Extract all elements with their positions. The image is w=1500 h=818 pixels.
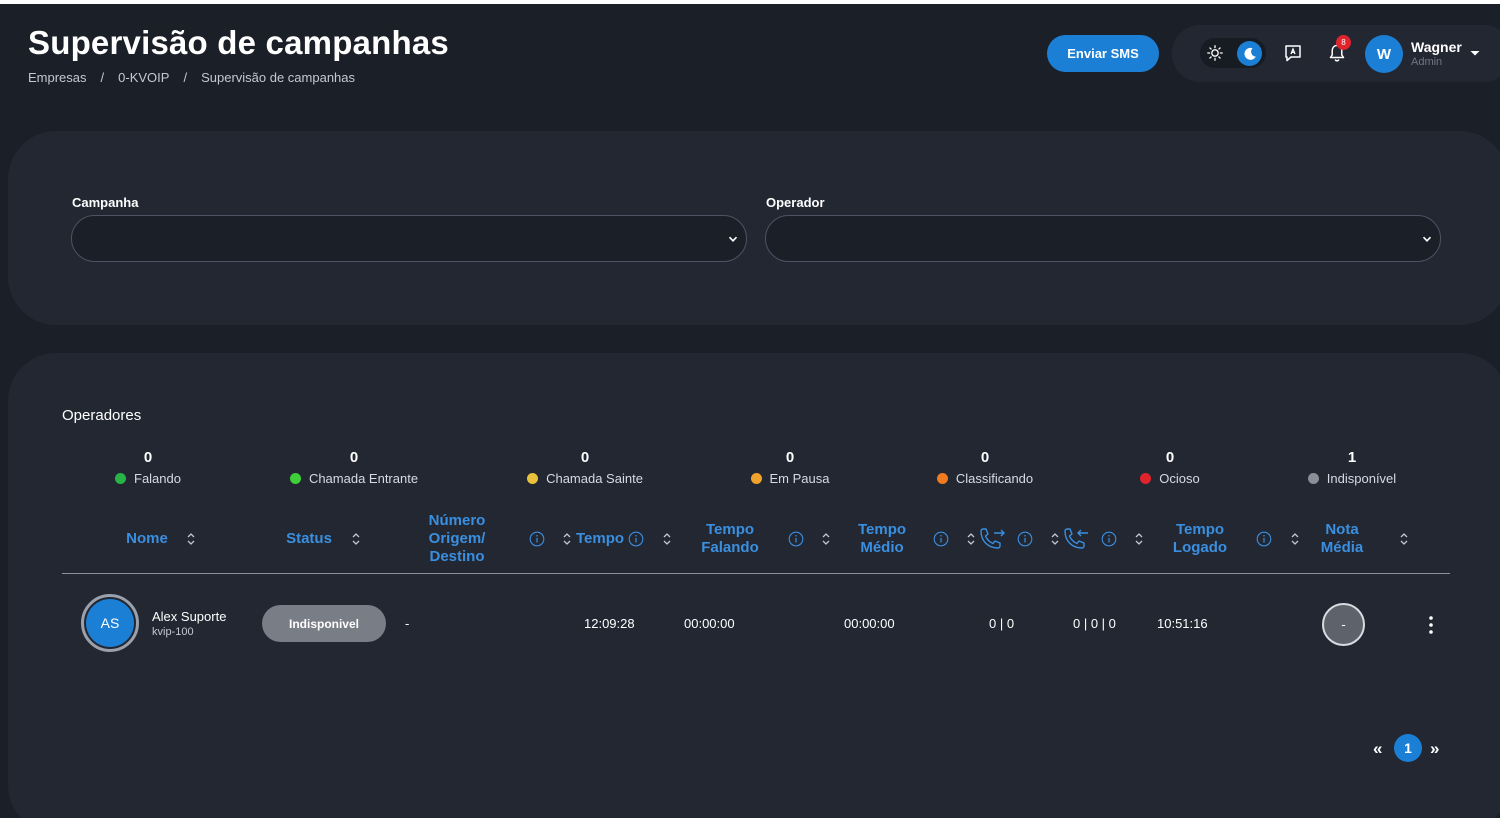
- stat-label: Falando: [134, 471, 181, 486]
- outgoing-call-icon[interactable]: [977, 527, 1007, 551]
- operators-title: Operadores: [62, 407, 142, 424]
- sort-icon[interactable]: [562, 532, 572, 546]
- operator-label: Operador: [766, 195, 825, 210]
- cell-tempo-falando: 00:00:00: [684, 616, 735, 631]
- stat-label: Chamada Entrante: [308, 471, 419, 486]
- stat-label: Em Pausa: [769, 471, 830, 486]
- sun-icon[interactable]: [1207, 45, 1223, 61]
- stat-ocioso: 0 Ocioso: [1125, 449, 1215, 486]
- column-header-tempo-falando[interactable]: Tempo Falando: [690, 521, 770, 557]
- stat-label: Classificando: [955, 471, 1034, 486]
- stat-count: 0: [785, 449, 795, 466]
- info-icon[interactable]: [933, 531, 949, 547]
- sort-icon[interactable]: [821, 532, 831, 546]
- column-header-tempo-logado[interactable]: Tempo Logado: [1162, 521, 1238, 557]
- stat-classificando: 0 Classificando: [925, 449, 1045, 486]
- status-dot: [750, 473, 762, 484]
- column-header-status[interactable]: Status: [278, 530, 340, 548]
- column-header-tempo-medio[interactable]: Tempo Médio: [847, 521, 917, 557]
- stat-count: 0: [143, 449, 153, 466]
- breadcrumb-item-empresas[interactable]: Empresas: [28, 70, 87, 85]
- send-sms-button[interactable]: Enviar SMS: [1047, 35, 1159, 72]
- operator-status-badge: Indisponivel: [262, 605, 386, 642]
- campaign-label: Campanha: [72, 195, 139, 210]
- campaign-select[interactable]: [71, 215, 747, 262]
- column-header-nota-media[interactable]: Nota Média: [1312, 521, 1372, 557]
- breadcrumb-separator: /: [100, 70, 105, 85]
- stat-falando: 0 Falando: [98, 449, 198, 486]
- user-name[interactable]: Wagner: [1411, 39, 1462, 55]
- operators-card: [8, 353, 1500, 818]
- cell-chamadas-entrantes: 0 | 0 | 0: [1073, 616, 1116, 631]
- cell-chamadas-saintes: 0 | 0: [989, 616, 1015, 631]
- cell-tempo-logado: 10:51:16: [1157, 616, 1208, 631]
- sort-icon[interactable]: [1134, 532, 1144, 546]
- status-dot: [289, 473, 301, 484]
- pagination-page-1[interactable]: 1: [1394, 734, 1422, 762]
- operator-initials: AS: [86, 599, 134, 647]
- operator-extension: kvip-100: [152, 626, 194, 638]
- operator-select[interactable]: [765, 215, 1441, 262]
- more-options-icon[interactable]: [1424, 614, 1438, 636]
- info-icon[interactable]: [1101, 531, 1117, 547]
- cell-numero: -: [405, 616, 410, 631]
- stat-chamada-entrante: 0 Chamada Entrante: [274, 449, 434, 486]
- status-dot: [936, 473, 948, 484]
- sort-icon[interactable]: [1290, 532, 1300, 546]
- stat-label: Indisponível: [1326, 471, 1397, 486]
- stat-chamada-sainte: 0 Chamada Sainte: [510, 449, 660, 486]
- page-title: Supervisão de campanhas: [28, 24, 449, 61]
- cell-tempo: 12:09:28: [584, 616, 635, 631]
- notification-badge: 8: [1336, 35, 1351, 50]
- table-header-divider: [62, 573, 1450, 574]
- chevron-down-icon: [1422, 236, 1432, 242]
- breadcrumb-separator: /: [183, 70, 188, 85]
- sort-icon[interactable]: [1050, 532, 1060, 546]
- stat-count: 0: [980, 449, 990, 466]
- status-dot: [1140, 473, 1152, 484]
- operator-avatar: AS: [81, 594, 139, 652]
- chevron-down-icon: [728, 236, 738, 242]
- stat-label: Ocioso: [1159, 471, 1200, 486]
- stat-count: 0: [1165, 449, 1175, 466]
- top-strip: [0, 0, 1500, 4]
- status-dot: [1307, 473, 1319, 484]
- stat-count: 0: [580, 449, 590, 466]
- chat-icon[interactable]: [1283, 43, 1303, 63]
- moon-icon: [1243, 47, 1256, 60]
- operator-name: Alex Suporte: [152, 609, 227, 624]
- info-icon[interactable]: [1017, 531, 1033, 547]
- status-dot: [115, 473, 126, 484]
- column-header-nome[interactable]: Nome: [116, 530, 178, 548]
- info-icon[interactable]: [529, 531, 545, 547]
- user-avatar[interactable]: W: [1365, 35, 1403, 73]
- user-role: Admin: [1411, 56, 1443, 68]
- info-icon[interactable]: [788, 531, 804, 547]
- stat-count: 0: [349, 449, 359, 466]
- column-header-numero[interactable]: Número Origem/ Destino: [418, 512, 496, 566]
- stat-count: 1: [1347, 449, 1357, 466]
- stat-label: Chamada Sainte: [546, 471, 643, 486]
- caret-down-icon[interactable]: [1469, 48, 1481, 58]
- sort-icon[interactable]: [351, 532, 361, 546]
- info-icon[interactable]: [628, 531, 644, 547]
- sort-icon[interactable]: [186, 532, 196, 546]
- stat-indisponivel: 1 Indisponível: [1297, 449, 1407, 486]
- info-icon[interactable]: [1256, 531, 1272, 547]
- sort-icon[interactable]: [662, 532, 672, 546]
- cell-tempo-medio: 00:00:00: [844, 616, 895, 631]
- status-dot: [527, 473, 539, 484]
- pagination-next-button[interactable]: »: [1430, 739, 1439, 759]
- breadcrumb-item-current: Supervisão de campanhas: [201, 70, 356, 85]
- breadcrumb-item-company[interactable]: 0-KVOIP: [118, 70, 169, 85]
- sort-icon[interactable]: [1399, 532, 1409, 546]
- dark-mode-button[interactable]: [1237, 41, 1262, 66]
- pagination-prev-button[interactable]: «: [1373, 739, 1382, 759]
- column-header-tempo[interactable]: Tempo: [574, 530, 626, 548]
- incoming-call-icon[interactable]: [1061, 527, 1091, 551]
- stat-em-pausa: 0 Em Pausa: [740, 449, 840, 486]
- breadcrumb: Empresas / 0-KVOIP / Supervisão de campa…: [28, 70, 355, 85]
- sort-icon[interactable]: [966, 532, 976, 546]
- rating-badge: -: [1322, 603, 1365, 646]
